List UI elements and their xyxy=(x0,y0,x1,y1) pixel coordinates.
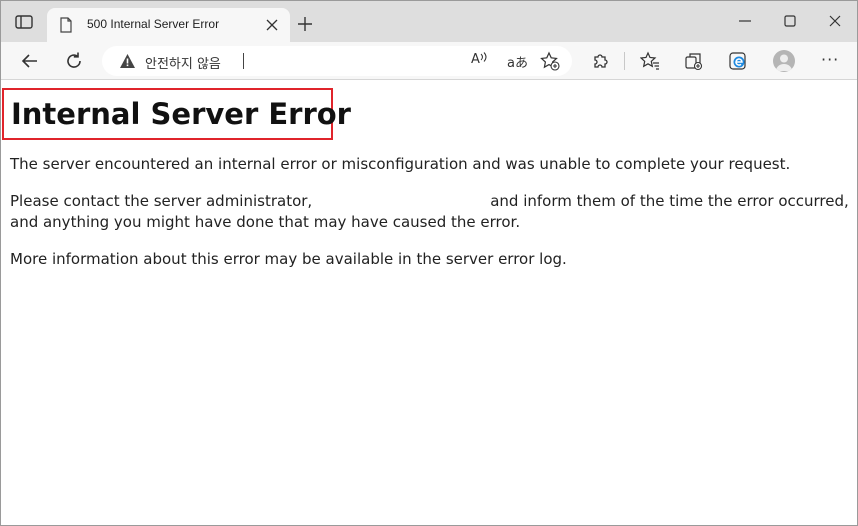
collections-icon[interactable] xyxy=(684,51,704,71)
edge-icon[interactable] xyxy=(728,51,748,71)
minimize-icon[interactable] xyxy=(737,13,753,29)
security-warning[interactable]: 안전하지 않음 xyxy=(145,53,221,72)
favorite-add-icon[interactable] xyxy=(540,51,560,71)
read-aloud-label: A xyxy=(471,52,480,67)
tab-actions-icon[interactable] xyxy=(15,15,33,29)
address-bar[interactable]: 안전하지 않음 A aあ xyxy=(102,46,572,76)
plus-icon[interactable] xyxy=(298,17,312,31)
extensions-icon[interactable] xyxy=(591,51,611,71)
profile-avatar[interactable] xyxy=(773,50,795,72)
error-paragraph-1: The server encountered an internal error… xyxy=(10,155,791,173)
back-icon[interactable] xyxy=(20,51,40,71)
error-paragraph-2-part-1: Please contact the server administrator, xyxy=(10,192,313,210)
tab-title: 500 Internal Server Error xyxy=(87,17,220,31)
more-icon[interactable]: ··· xyxy=(821,50,839,69)
favorites-icon[interactable] xyxy=(640,51,660,71)
error-paragraph-3: More information about this error may be… xyxy=(10,250,567,268)
read-aloud-icon[interactable]: A xyxy=(469,51,489,71)
toolbar: 안전하지 않음 A aあ ··· xyxy=(1,42,857,80)
warning-icon[interactable] xyxy=(119,53,136,69)
toolbar-divider xyxy=(624,52,625,70)
error-paragraph-2-line-2: and anything you might have done that ma… xyxy=(10,213,521,231)
maximize-icon[interactable] xyxy=(782,13,798,29)
close-icon[interactable] xyxy=(266,19,278,31)
page-icon xyxy=(60,17,72,33)
refresh-icon[interactable] xyxy=(64,51,84,71)
error-paragraph-2-part-2: and inform them of the time the error oc… xyxy=(490,192,849,210)
browser-window: 500 Internal Server Error 안전하지 않음 A aあ ·… xyxy=(0,0,858,526)
page-title: Internal Server Error xyxy=(2,88,351,140)
page-content: Internal Server Error The server encount… xyxy=(1,81,857,525)
error-paragraph-2: Please contact the server administrator,… xyxy=(10,191,849,233)
close-icon[interactable] xyxy=(827,13,843,29)
tab-active[interactable]: 500 Internal Server Error xyxy=(47,8,290,42)
title-bar: 500 Internal Server Error xyxy=(1,1,857,42)
url-separator xyxy=(243,53,244,69)
translate-icon[interactable]: aあ xyxy=(507,52,528,71)
